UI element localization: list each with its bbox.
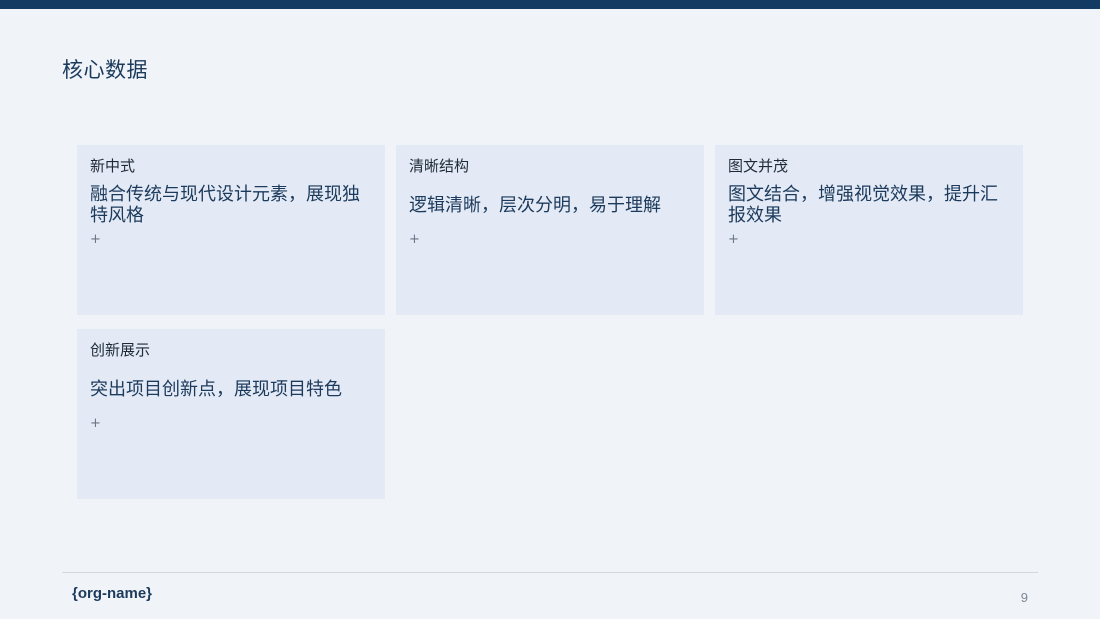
- card-note: +: [90, 416, 101, 431]
- card-note: +: [728, 232, 739, 247]
- card-note: +: [409, 232, 420, 247]
- stat-card-text-and-images: 图文并茂 图文结合，增强视觉效果，提升汇报效果 +: [715, 145, 1023, 315]
- card-label: 图文并茂: [728, 157, 789, 175]
- card-value: 图文结合，增强视觉效果，提升汇报效果: [728, 184, 998, 226]
- stat-card-clear-structure: 清晰结构 逻辑清晰，层次分明，易于理解 +: [396, 145, 704, 315]
- card-label: 清晰结构: [409, 157, 470, 175]
- stat-card-innovation: 创新展示 突出项目创新点，展现项目特色 +: [77, 329, 385, 499]
- page-number: 9: [1020, 590, 1028, 605]
- org-name: {org-name}: [72, 585, 153, 602]
- card-value: 逻辑清晰，层次分明，易于理解: [409, 194, 661, 216]
- top-accent-bar: [0, 0, 1100, 9]
- footer-divider: [62, 572, 1038, 573]
- card-value: 融合传统与现代设计元素，展现独特风格: [90, 184, 360, 226]
- stat-card-new-chinese-style: 新中式 融合传统与现代设计元素，展现独特风格 +: [77, 145, 385, 315]
- page-title: 核心数据: [62, 58, 148, 82]
- card-note: +: [90, 232, 101, 247]
- card-label: 创新展示: [90, 341, 151, 359]
- card-value: 突出项目创新点，展现项目特色: [90, 378, 342, 400]
- card-label: 新中式: [90, 157, 136, 175]
